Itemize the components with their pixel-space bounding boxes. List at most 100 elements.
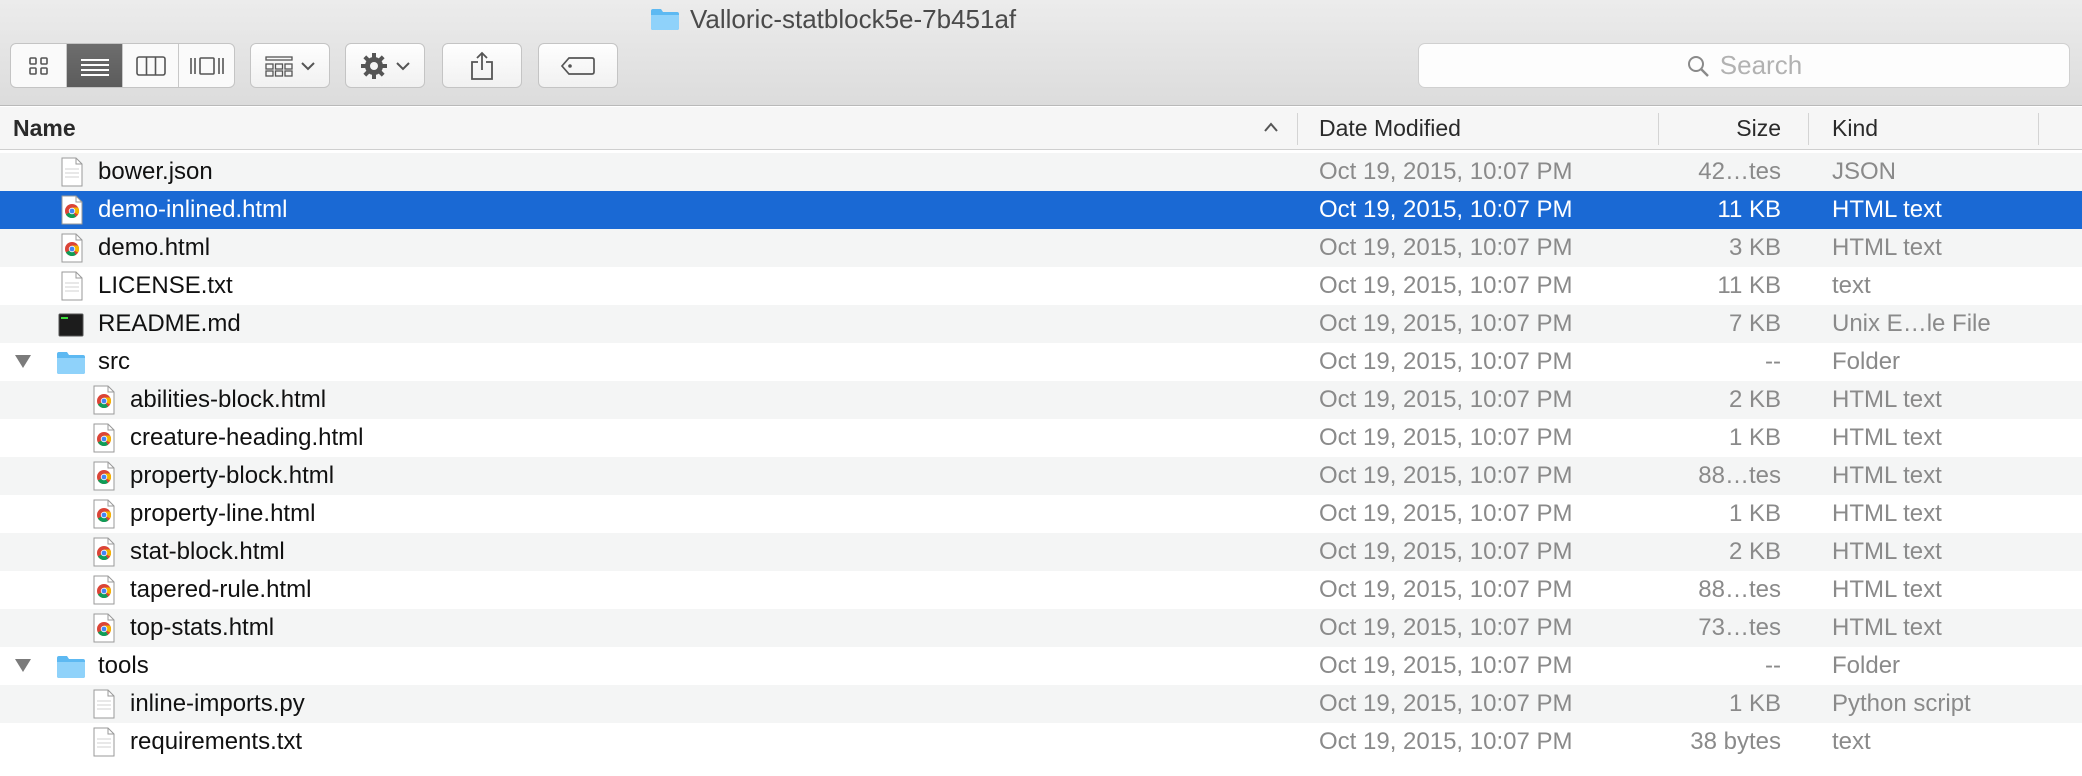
file-size: 2 KB [1728, 386, 1781, 413]
chrome-html-icon [93, 423, 115, 453]
column-divider[interactable] [2038, 113, 2039, 145]
arrange-grid-icon [265, 55, 293, 77]
folder-icon [57, 352, 85, 374]
file-size: 7 KB [1728, 310, 1781, 337]
name-column-header[interactable]: Name [13, 107, 76, 150]
action-button[interactable] [345, 43, 425, 88]
file-name: tapered-rule.html [130, 576, 312, 603]
folder-row[interactable]: tools Oct 19, 2015, 10:07 PM -- Folder [0, 647, 2082, 685]
gear-icon [361, 52, 387, 79]
file-size: 88…tes [1698, 576, 1781, 603]
file-name: top-stats.html [130, 614, 275, 641]
file-name: demo.html [98, 234, 211, 261]
file-name: requirements.txt [130, 728, 303, 755]
view-mode-control [10, 43, 235, 88]
kind-column-label: Kind [1832, 115, 1879, 141]
file-row[interactable]: README.md Oct 19, 2015, 10:07 PM 7 KB Unix … [0, 305, 2082, 343]
file-row[interactable]: top-stats.html Oct 19, 2015, 10:07 PM 73…t… [0, 609, 2082, 647]
size-column-header[interactable]: Size [1500, 107, 1781, 150]
file-name: inline-imports.py [130, 690, 305, 717]
file-name: property-block.html [130, 462, 335, 489]
file-kind: text [1832, 728, 1871, 755]
file-kind: HTML text [1832, 614, 1942, 641]
search-icon [1687, 55, 1709, 77]
file-row[interactable]: tapered-rule.html Oct 19, 2015, 10:07 PM 8… [0, 571, 2082, 609]
share-icon [471, 51, 493, 80]
icon-view-button[interactable] [11, 44, 67, 87]
cover-flow-view-button[interactable] [179, 44, 234, 87]
chevron-down-icon [301, 61, 315, 70]
file-size: 1 KB [1728, 690, 1781, 717]
chrome-html-icon [93, 499, 115, 529]
file-name: bower.json [98, 158, 213, 185]
share-button[interactable] [442, 43, 522, 88]
document-icon [93, 689, 115, 719]
file-kind: Folder [1832, 348, 1901, 375]
file-size: 42…tes [1698, 158, 1781, 185]
search-placeholder: Search [1719, 50, 1803, 80]
disclosure-triangle-icon[interactable] [15, 659, 31, 672]
file-row[interactable]: requirements.txt Oct 19, 2015, 10:07 PM 38… [0, 723, 2082, 761]
file-size: 11 KB [1717, 272, 1781, 299]
document-icon [61, 271, 83, 301]
file-kind: Unix E…le File [1832, 310, 1991, 337]
file-size: 11 KB [1717, 196, 1781, 223]
arrange-button[interactable] [250, 43, 330, 88]
chrome-html-icon [93, 461, 115, 491]
file-size: 3 KB [1728, 234, 1781, 261]
file-name: LICENSE.txt [98, 272, 233, 299]
date-column-label: Date Modified [1319, 115, 1461, 141]
column-view-button[interactable] [123, 44, 179, 87]
sort-ascending-icon[interactable] [1263, 121, 1279, 133]
icon-grid-icon [28, 56, 48, 75]
file-row[interactable]: demo.html Oct 19, 2015, 10:07 PM 3 KB HTML … [0, 229, 2082, 267]
file-size: -- [1765, 652, 1781, 679]
file-size: 88…tes [1698, 462, 1781, 489]
file-row[interactable]: demo-inlined.html Oct 19, 2015, 10:07 PM 1… [0, 191, 2082, 229]
file-kind: HTML text [1832, 234, 1942, 261]
chrome-html-icon [61, 195, 83, 225]
column-divider[interactable] [1297, 113, 1298, 145]
file-name: src [98, 348, 130, 375]
chrome-html-icon [93, 575, 115, 605]
file-row[interactable]: stat-block.html Oct 19, 2015, 10:07 PM 2 K… [0, 533, 2082, 571]
folder-icon [57, 656, 85, 678]
file-row[interactable]: property-line.html Oct 19, 2015, 10:07 PM… [0, 495, 2082, 533]
search-field[interactable]: Search [1418, 43, 2070, 88]
file-size: 2 KB [1728, 538, 1781, 565]
file-size: -- [1765, 348, 1781, 375]
tags-button[interactable] [538, 43, 618, 88]
file-name: README.md [98, 310, 241, 337]
file-name: demo-inlined.html [98, 196, 288, 223]
document-icon [61, 157, 83, 187]
file-row[interactable]: LICENSE.txt Oct 19, 2015, 10:07 PM 11 KB te… [0, 267, 2082, 305]
columns-icon [135, 55, 166, 76]
column-divider[interactable] [1808, 113, 1809, 145]
file-name: tools [98, 652, 149, 679]
file-name: stat-block.html [130, 538, 285, 565]
cover-flow-icon [189, 56, 224, 75]
disclosure-triangle-icon[interactable] [15, 355, 31, 368]
file-kind: HTML text [1832, 576, 1942, 603]
file-row[interactable]: inline-imports.py Oct 19, 2015, 10:07 PM 1… [0, 685, 2082, 723]
file-kind: JSON [1832, 158, 1897, 185]
file-size: 73…tes [1698, 614, 1781, 641]
file-kind: HTML text [1832, 462, 1942, 489]
folder-row[interactable]: src Oct 19, 2015, 10:07 PM -- Folder [0, 343, 2082, 381]
file-row[interactable]: creature-heading.html Oct 19, 2015, 10:07… [0, 419, 2082, 457]
folder-icon [651, 9, 679, 30]
file-row[interactable]: property-block.html Oct 19, 2015, 10:07 P… [0, 457, 2082, 495]
file-name: abilities-block.html [130, 386, 327, 413]
document-icon [93, 727, 115, 757]
kind-column-header[interactable]: Kind [1832, 107, 1878, 150]
file-kind: HTML text [1832, 538, 1942, 565]
file-row[interactable]: bower.json Oct 19, 2015, 10:07 PM 42…tes JS… [0, 153, 2082, 191]
tag-icon [561, 56, 595, 75]
list-view-button[interactable] [67, 44, 123, 87]
chevron-down-icon [396, 61, 410, 70]
date-column-header[interactable]: Date Modified [1319, 107, 1461, 150]
file-kind: text [1832, 272, 1871, 299]
file-kind: Python script [1832, 690, 1971, 717]
terminal-icon [58, 313, 84, 337]
file-row[interactable]: abilities-block.html Oct 19, 2015, 10:07 … [0, 381, 2082, 419]
